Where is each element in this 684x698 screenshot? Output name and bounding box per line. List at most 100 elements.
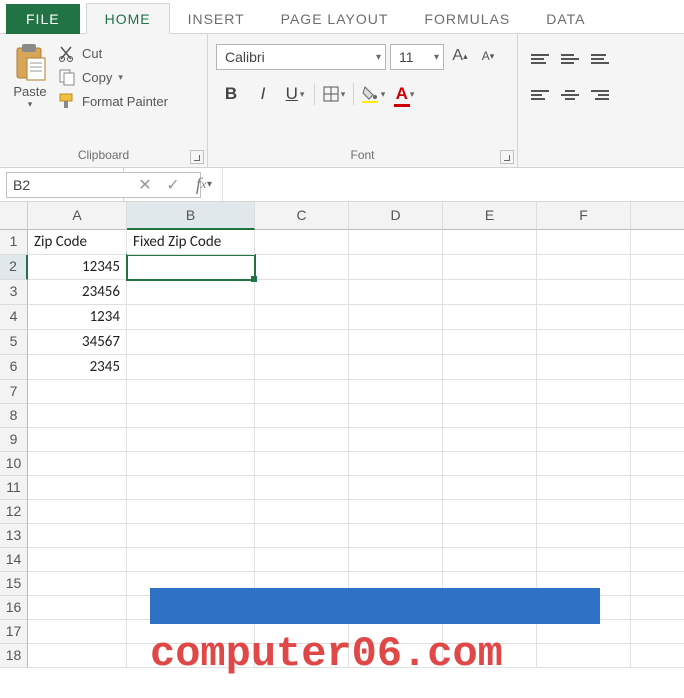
row-header-14[interactable]: 14: [0, 548, 28, 572]
cell-B10[interactable]: [127, 452, 255, 476]
cell-B14[interactable]: [127, 548, 255, 572]
cell-D5[interactable]: [349, 330, 443, 355]
cell-F6[interactable]: [537, 355, 631, 380]
row-header-16[interactable]: 16: [0, 596, 28, 620]
cell-A14[interactable]: [28, 548, 127, 572]
cell-A1[interactable]: Zip Code: [28, 230, 127, 255]
cell-A5[interactable]: 34567: [28, 330, 127, 355]
row-header-6[interactable]: 6: [0, 355, 28, 380]
borders-button[interactable]: ▾: [319, 80, 349, 108]
cell-B9[interactable]: [127, 428, 255, 452]
cell-F10[interactable]: [537, 452, 631, 476]
cell-D13[interactable]: [349, 524, 443, 548]
cell-B4[interactable]: [127, 305, 255, 330]
cell-E5[interactable]: [443, 330, 537, 355]
cut-button[interactable]: Cut: [58, 44, 168, 62]
cell-B5[interactable]: [127, 330, 255, 355]
cell-A8[interactable]: [28, 404, 127, 428]
copy-button[interactable]: Copy ▾: [58, 68, 168, 86]
cell-C3[interactable]: [255, 280, 349, 305]
cell-E2[interactable]: [443, 255, 537, 280]
format-painter-button[interactable]: Format Painter: [58, 92, 168, 110]
decrease-font-button[interactable]: A▾: [476, 44, 500, 68]
cell-D4[interactable]: [349, 305, 443, 330]
tab-home[interactable]: HOME: [86, 3, 170, 34]
cell-F9[interactable]: [537, 428, 631, 452]
row-header-5[interactable]: 5: [0, 330, 28, 355]
cell-A3[interactable]: 23456: [28, 280, 127, 305]
cell-A7[interactable]: [28, 380, 127, 404]
cell-A16[interactable]: [28, 596, 127, 620]
cell-F5[interactable]: [537, 330, 631, 355]
cell-B11[interactable]: [127, 476, 255, 500]
cell-B7[interactable]: [127, 380, 255, 404]
increase-font-button[interactable]: A▴: [448, 44, 472, 68]
tab-data[interactable]: DATA: [528, 4, 603, 33]
cell-B3[interactable]: [127, 280, 255, 305]
cell-F8[interactable]: [537, 404, 631, 428]
tab-page-layout[interactable]: PAGE LAYOUT: [263, 4, 407, 33]
cell-D6[interactable]: [349, 355, 443, 380]
font-color-button[interactable]: A ▾: [390, 80, 420, 108]
row-header-10[interactable]: 10: [0, 452, 28, 476]
align-middle-button[interactable]: [556, 46, 584, 72]
cell-C6[interactable]: [255, 355, 349, 380]
cell-A10[interactable]: [28, 452, 127, 476]
row-header-13[interactable]: 13: [0, 524, 28, 548]
font-dialog-launcher[interactable]: [500, 150, 514, 164]
cell-D7[interactable]: [349, 380, 443, 404]
cell-A17[interactable]: [28, 620, 127, 644]
bold-button[interactable]: B: [216, 80, 246, 108]
column-header-B[interactable]: B: [127, 202, 255, 230]
cell-E13[interactable]: [443, 524, 537, 548]
cell-F3[interactable]: [537, 280, 631, 305]
cell-A9[interactable]: [28, 428, 127, 452]
underline-button[interactable]: U▾: [280, 80, 310, 108]
cell-C4[interactable]: [255, 305, 349, 330]
cell-F14[interactable]: [537, 548, 631, 572]
cell-D3[interactable]: [349, 280, 443, 305]
align-right-button[interactable]: [586, 82, 614, 108]
align-left-button[interactable]: [526, 82, 554, 108]
cell-D11[interactable]: [349, 476, 443, 500]
cell-C1[interactable]: [255, 230, 349, 255]
cell-D1[interactable]: [349, 230, 443, 255]
cell-D9[interactable]: [349, 428, 443, 452]
cell-A15[interactable]: [28, 572, 127, 596]
cell-A18[interactable]: [28, 644, 127, 668]
formula-input[interactable]: [223, 168, 684, 201]
row-header-18[interactable]: 18: [0, 644, 28, 668]
row-header-1[interactable]: 1: [0, 230, 28, 255]
cell-F4[interactable]: [537, 305, 631, 330]
paste-button[interactable]: Paste ▾: [8, 40, 52, 145]
font-family-combo[interactable]: Calibri ▾: [216, 44, 386, 70]
cell-D14[interactable]: [349, 548, 443, 572]
tab-formulas[interactable]: FORMULAS: [406, 4, 528, 33]
cell-C14[interactable]: [255, 548, 349, 572]
cell-C9[interactable]: [255, 428, 349, 452]
cell-C11[interactable]: [255, 476, 349, 500]
cell-E8[interactable]: [443, 404, 537, 428]
cell-E11[interactable]: [443, 476, 537, 500]
cancel-formula-button[interactable]: ✕: [132, 172, 158, 198]
cell-A4[interactable]: 1234: [28, 305, 127, 330]
row-header-11[interactable]: 11: [0, 476, 28, 500]
select-all-corner[interactable]: [0, 202, 28, 230]
row-header-7[interactable]: 7: [0, 380, 28, 404]
cell-E9[interactable]: [443, 428, 537, 452]
cell-E7[interactable]: [443, 380, 537, 404]
italic-button[interactable]: I: [248, 80, 278, 108]
row-header-17[interactable]: 17: [0, 620, 28, 644]
row-header-15[interactable]: 15: [0, 572, 28, 596]
cell-F12[interactable]: [537, 500, 631, 524]
column-header-C[interactable]: C: [255, 202, 349, 230]
cell-D8[interactable]: [349, 404, 443, 428]
column-header-E[interactable]: E: [443, 202, 537, 230]
cell-A13[interactable]: [28, 524, 127, 548]
cell-E1[interactable]: [443, 230, 537, 255]
cell-E3[interactable]: [443, 280, 537, 305]
cell-F7[interactable]: [537, 380, 631, 404]
cell-E4[interactable]: [443, 305, 537, 330]
cell-B8[interactable]: [127, 404, 255, 428]
cell-D10[interactable]: [349, 452, 443, 476]
